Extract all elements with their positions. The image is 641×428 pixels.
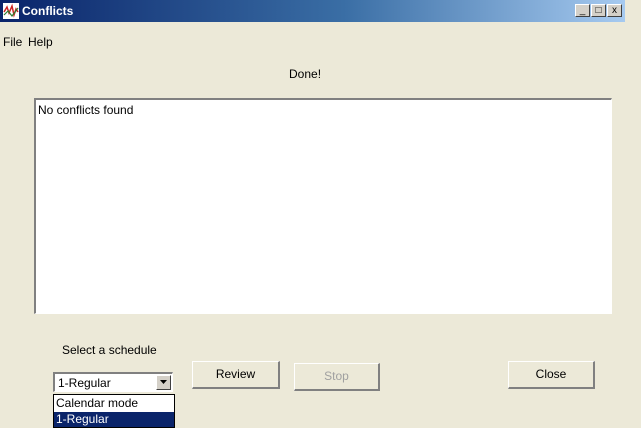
window-title: Conflicts — [22, 4, 74, 18]
minimize-button[interactable]: _ — [575, 4, 590, 17]
stop-button[interactable]: Stop — [294, 363, 380, 391]
list-item: No conflicts found — [38, 103, 134, 117]
schedule-option-1-regular[interactable]: 1-Regular — [54, 412, 174, 427]
maximize-button[interactable]: □ — [591, 4, 606, 17]
menu-bar: File Help — [0, 22, 625, 49]
close-button[interactable]: Close — [508, 361, 595, 389]
menu-help[interactable]: Help — [28, 35, 53, 49]
close-window-button[interactable]: x — [607, 4, 622, 17]
schedule-selected-value: 1-Regular — [58, 376, 111, 390]
schedule-label: Select a schedule — [62, 343, 157, 357]
status-text: Done! — [289, 67, 322, 81]
app-icon — [3, 3, 19, 19]
title-bar[interactable]: Conflicts _ □ x — [0, 0, 625, 22]
schedule-select[interactable]: 1-Regular — [53, 372, 173, 392]
menu-file[interactable]: File — [3, 35, 22, 49]
dropdown-arrow-button[interactable] — [156, 375, 171, 390]
conflicts-list[interactable]: No conflicts found — [34, 98, 612, 314]
conflicts-window: Conflicts _ □ x File Help Done! No confl… — [0, 0, 641, 428]
schedule-dropdown-list: Calendar mode 1-Regular — [53, 394, 175, 428]
schedule-option-calendar-mode[interactable]: Calendar mode — [54, 396, 174, 411]
chevron-down-icon — [160, 380, 167, 384]
review-button[interactable]: Review — [192, 361, 280, 389]
